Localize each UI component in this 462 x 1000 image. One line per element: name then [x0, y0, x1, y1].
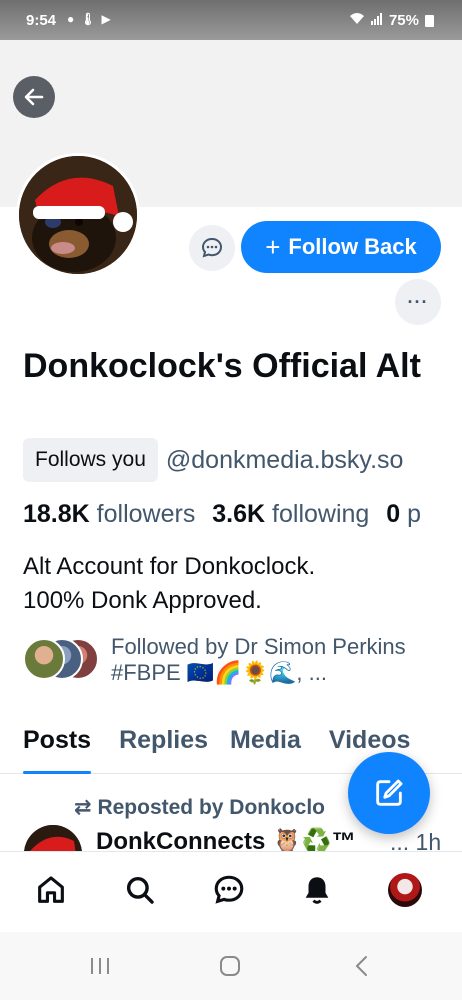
followers-count: 18.8K [23, 500, 90, 528]
bottom-nav [0, 851, 462, 931]
search-icon [126, 876, 154, 904]
post-avatar[interactable] [24, 825, 82, 851]
follow-back-button[interactable]: + Follow Back [241, 221, 441, 273]
tab-posts[interactable]: Posts [23, 718, 92, 774]
battery-percent: 75% [388, 12, 419, 29]
post-author[interactable]: DonkConnects 🦉♻️™ [96, 827, 356, 851]
profile-handle: @donkmedia.bsky.so [165, 445, 404, 474]
posts-count: 0 [386, 500, 401, 528]
followers-label: followers [96, 500, 196, 528]
followed-by-row[interactable]: Followed by Dr Simon Perkins #FBPE 🇪🇺🌈🌻🌊… [23, 634, 441, 686]
back-system-button[interactable] [350, 954, 374, 978]
nav-home[interactable] [31, 870, 71, 910]
message-button[interactable] [189, 225, 235, 271]
thermometer-icon: 🌡 [80, 12, 96, 26]
chevron-left-icon [355, 956, 367, 976]
arrow-left-icon [24, 88, 44, 106]
status-right: 75% [349, 12, 434, 29]
status-notification-icons: ● 🌡 ▶ [67, 12, 111, 26]
compose-icon [376, 779, 403, 806]
repost-line: ⇄ Reposted by Donkoclo [74, 795, 325, 820]
home-system-button[interactable] [218, 954, 242, 978]
bell-icon [305, 877, 329, 904]
repost-icon: ⇄ [74, 796, 92, 819]
status-bar: 9:54 ● 🌡 ▶ 75% [0, 0, 462, 40]
handle-row: Follows you @donkmedia.bsky.so [23, 438, 403, 482]
tab-replies[interactable]: Replies [119, 718, 208, 774]
posts-label: p [407, 500, 422, 528]
following-link[interactable]: 3.6K following [212, 500, 379, 528]
status-time: 9:54 [26, 12, 57, 29]
followers-link[interactable]: 18.8K followers [23, 500, 205, 528]
recent-apps-icon [91, 958, 109, 974]
signal-icon [370, 12, 383, 29]
follows-you-badge: Follows you [23, 438, 158, 482]
posts-stat: 0 p [386, 500, 431, 528]
chat-bubble-icon [201, 237, 223, 258]
mutual-avatar [23, 638, 65, 680]
youtube-icon: ▶ [101, 12, 111, 26]
display-name: Donkoclock's Official Alt [23, 347, 421, 385]
nav-chat[interactable] [209, 870, 249, 910]
following-count: 3.6K [212, 500, 266, 528]
home-circle-icon [220, 956, 240, 976]
recent-apps-button[interactable] [88, 954, 112, 978]
repost-label: Reposted by Donkoclo [97, 796, 325, 819]
stats-row: 18.8K followers 3.6K following 0 p [23, 500, 431, 529]
more-options-button[interactable]: ··· [395, 279, 441, 325]
nav-profile-avatar [388, 873, 422, 907]
follow-back-label: Follow Back [288, 234, 417, 259]
ellipsis-icon: ··· [407, 291, 429, 312]
mutual-avatars [23, 638, 103, 682]
nav-profile[interactable] [385, 870, 425, 910]
nav-notifications[interactable] [297, 870, 337, 910]
following-label: following [272, 500, 370, 528]
battery-icon [425, 14, 434, 27]
tab-media[interactable]: Media [230, 718, 301, 774]
profile-bio: Alt Account for Donkoclock. 100% Donk Ap… [23, 553, 316, 614]
profile-avatar[interactable] [16, 153, 140, 277]
followed-by-text: Followed by Dr Simon Perkins #FBPE 🇪🇺🌈🌻🌊… [111, 634, 406, 685]
notification-icon: ● [67, 12, 75, 26]
home-icon [38, 876, 64, 903]
nav-search[interactable] [120, 870, 160, 910]
plus-icon: + [265, 231, 281, 262]
chat-icon [214, 875, 244, 904]
compose-button[interactable] [348, 752, 430, 834]
back-button[interactable] [13, 76, 55, 118]
system-nav-bar [0, 932, 462, 1000]
wifi-icon [349, 12, 365, 29]
